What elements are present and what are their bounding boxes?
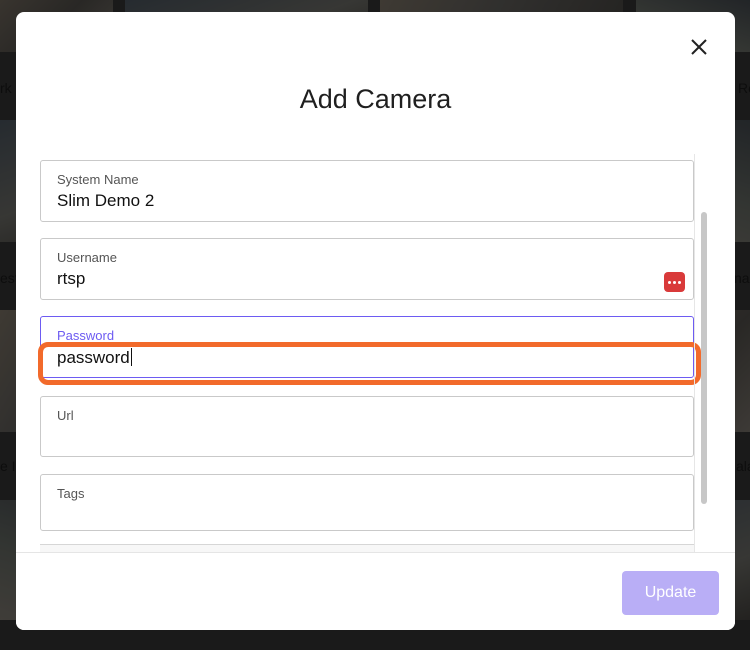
password-manager-icon[interactable]: [664, 272, 685, 292]
tags-field[interactable]: Tags: [40, 474, 694, 531]
system-name-input[interactable]: [57, 191, 637, 211]
divider: [694, 154, 695, 552]
add-camera-dialog: Add Camera System Name Username Password…: [16, 12, 735, 630]
username-input[interactable]: [57, 269, 637, 289]
dialog-footer: Update: [16, 552, 735, 630]
close-icon[interactable]: [688, 36, 710, 58]
password-input[interactable]: password: [57, 348, 637, 368]
field-label: System Name: [57, 172, 139, 187]
form-scroll-area[interactable]: System Name Username Password password U…: [16, 154, 735, 552]
text-caret: [130, 348, 132, 366]
field-label: Password: [57, 328, 115, 343]
url-input[interactable]: [57, 427, 637, 447]
field-label: Tags: [57, 486, 85, 501]
update-button[interactable]: Update: [622, 571, 719, 615]
field-label: Url: [57, 408, 74, 423]
scrollbar-thumb[interactable]: [701, 212, 707, 504]
dialog-title: Add Camera: [299, 84, 452, 114]
url-field[interactable]: Url: [40, 396, 694, 457]
password-value: password: [57, 348, 130, 367]
tags-input[interactable]: [57, 505, 637, 525]
next-field-peek: [40, 544, 694, 552]
password-field[interactable]: Password password: [40, 316, 694, 378]
field-label: Username: [57, 250, 117, 265]
username-field[interactable]: Username: [40, 238, 694, 300]
scrollbar[interactable]: [700, 154, 708, 552]
system-name-field[interactable]: System Name: [40, 160, 694, 222]
